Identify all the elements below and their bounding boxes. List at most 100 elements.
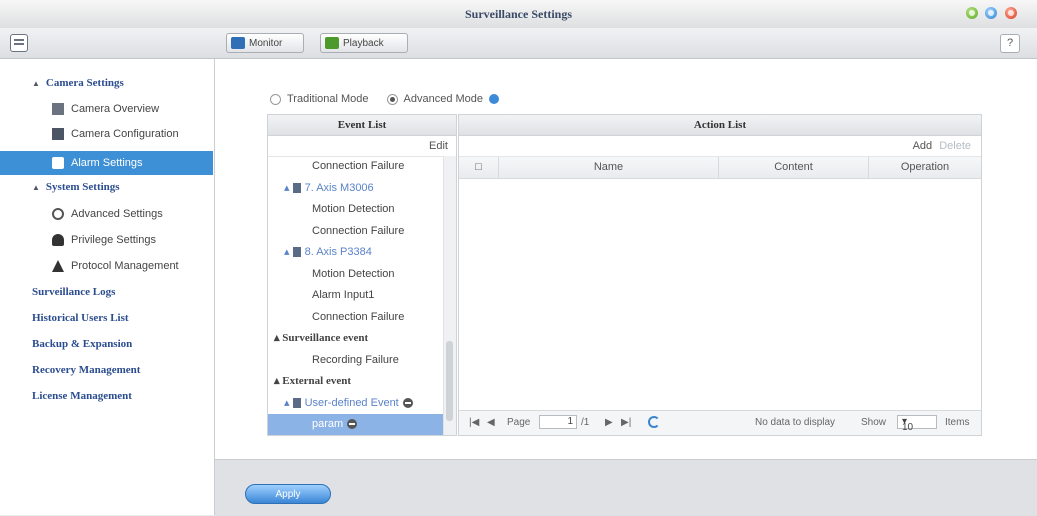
first-page-icon[interactable]: |◀ xyxy=(469,417,479,428)
event-label: 8. Axis P3384 xyxy=(304,246,372,258)
sidebar-item-advanced-settings[interactable]: Advanced Settings xyxy=(0,202,213,226)
event-label: Connection Failure xyxy=(312,160,405,172)
sidebar-item-camera-overview[interactable]: Camera Overview xyxy=(0,97,213,121)
event-label: Connection Failure xyxy=(312,224,405,237)
event-label: Alarm Input1 xyxy=(312,289,375,301)
advanced-mode-radio[interactable] xyxy=(386,93,398,105)
info-icon[interactable] xyxy=(489,94,500,104)
mode-selector: Traditional Mode Advanced Mode xyxy=(270,93,500,105)
camera-icon xyxy=(292,182,301,193)
sidebar-item-camera-configuration[interactable]: Camera Configuration xyxy=(0,122,213,146)
add-button[interactable]: Add xyxy=(913,140,933,152)
action-toolbar: Add Delete xyxy=(459,136,981,157)
event-list-item[interactable]: Alarm Input1 xyxy=(268,285,456,306)
monitor-button[interactable]: Monitor xyxy=(226,33,304,53)
prev-page-icon[interactable]: ◀ xyxy=(487,417,495,428)
user-icon xyxy=(52,234,64,246)
page-size-select[interactable]: 10 ▾ xyxy=(897,415,937,433)
sidebar-system-settings[interactable]: ▲ System Settings xyxy=(0,175,213,199)
event-list-header: Event List xyxy=(268,115,456,136)
next-page-icon[interactable]: ▶ xyxy=(605,417,613,428)
monitor-label: Monitor xyxy=(249,37,283,49)
sidebar-camera-settings[interactable]: ▲ Camera Settings xyxy=(0,71,213,95)
column-name[interactable]: Name xyxy=(499,157,719,178)
event-label: Surveillance event xyxy=(282,332,369,344)
traditional-mode-radio[interactable] xyxy=(270,93,281,105)
apply-button[interactable]: Apply xyxy=(245,484,331,504)
event-list-item[interactable]: ▴ 8. Axis P3384 xyxy=(268,242,456,263)
items-label: Items xyxy=(945,417,970,428)
event-list-scrollbar[interactable] xyxy=(443,156,456,435)
last-page-icon[interactable]: ▶| xyxy=(621,417,631,428)
playback-label: Playback xyxy=(343,37,384,49)
pager: |◀ ◀ Page 1 /1 ▶ ▶| No data to display S… xyxy=(459,410,981,435)
sidebar-license-management[interactable]: License Management xyxy=(0,384,213,408)
menu-icon[interactable] xyxy=(10,34,28,52)
window-title: Surveillance Settings xyxy=(465,7,572,21)
event-label: Motion Detection xyxy=(312,267,395,280)
remove-icon[interactable] xyxy=(347,419,358,430)
event-list-panel: Event List Edit Connection Failure ▴ 7. A… xyxy=(267,114,457,436)
event-label: Recording Failure xyxy=(312,353,399,366)
traditional-mode-label: Traditional Mode xyxy=(287,93,369,105)
playback-button[interactable]: Playback xyxy=(320,33,408,53)
event-list-item[interactable]: ▴ 7. Axis M3006 xyxy=(268,178,456,199)
event-list-item[interactable]: Motion Detection xyxy=(268,199,456,220)
page-input[interactable]: 1 xyxy=(539,415,577,429)
sidebar-item-protocol-management[interactable]: Protocol Management xyxy=(0,254,213,278)
event-label: External event xyxy=(282,375,352,387)
remove-icon[interactable] xyxy=(402,397,413,408)
camera-icon xyxy=(52,128,64,140)
column-operation[interactable]: Operation xyxy=(869,157,981,178)
event-list-item[interactable]: Connection Failure xyxy=(268,221,456,242)
sidebar-item-privilege-settings[interactable]: Privilege Settings xyxy=(0,228,213,252)
sidebar-historical-users[interactable]: Historical Users List xyxy=(0,306,213,330)
monitor-icon xyxy=(231,37,245,49)
action-list-panel: Action List Add Delete □ Name Content Op… xyxy=(458,114,982,436)
edit-button[interactable]: Edit xyxy=(268,136,456,157)
footer: Apply xyxy=(215,459,1037,516)
main-panel: Traditional Mode Advanced Mode Event Lis… xyxy=(215,59,1037,459)
wrench-icon xyxy=(52,208,64,220)
event-list-item[interactable]: ▴ External event xyxy=(268,371,450,392)
close-button[interactable] xyxy=(1005,7,1017,19)
show-label: Show xyxy=(861,417,887,428)
collapse-caret-icon[interactable]: ▴ xyxy=(284,182,293,194)
sidebar: ▲ Camera Settings Camera Overview Camera… xyxy=(0,59,215,515)
minimize-button[interactable] xyxy=(966,7,978,19)
event-list-item[interactable]: param xyxy=(268,414,456,435)
action-table-header: □ Name Content Operation xyxy=(459,157,981,179)
event-list-item[interactable]: ▴ Surveillance event xyxy=(268,328,450,349)
list-icon xyxy=(52,103,64,115)
refresh-icon[interactable] xyxy=(648,416,660,428)
camera-icon xyxy=(292,247,301,258)
event-label: 7. Axis M3006 xyxy=(304,181,374,194)
page-label: Page xyxy=(507,417,531,428)
select-all-checkbox[interactable]: □ xyxy=(459,157,499,178)
maximize-button[interactable] xyxy=(985,7,997,19)
camera-icon xyxy=(292,397,301,408)
help-button[interactable]: ? xyxy=(1000,34,1020,53)
collapse-caret-icon[interactable]: ▴ xyxy=(284,397,293,409)
advanced-mode-label: Advanced Mode xyxy=(403,93,484,105)
delete-button[interactable]: Delete xyxy=(939,140,971,152)
event-list-item[interactable]: ▴ User-defined Event xyxy=(268,393,456,414)
sidebar-surveillance-logs[interactable]: Surveillance Logs xyxy=(0,280,213,304)
sidebar-recovery-management[interactable]: Recovery Management xyxy=(0,358,213,382)
collapse-caret-icon: ▲ xyxy=(32,78,40,88)
collapse-caret-icon: ▲ xyxy=(32,182,40,192)
empty-text: No data to display xyxy=(755,417,836,428)
collapse-caret-icon[interactable]: ▴ xyxy=(284,246,293,258)
event-list-item[interactable]: Motion Detection xyxy=(268,264,456,285)
event-label: param xyxy=(312,418,344,430)
page-total: /1 xyxy=(581,417,590,428)
event-list-item[interactable]: Connection Failure xyxy=(268,307,456,328)
sidebar-item-alarm-settings[interactable]: Alarm Settings xyxy=(0,151,213,175)
column-content[interactable]: Content xyxy=(719,157,869,178)
sidebar-backup-expansion[interactable]: Backup & Expansion xyxy=(0,332,213,356)
scrollbar-thumb[interactable] xyxy=(446,341,453,421)
event-label: User-defined Event xyxy=(304,396,399,409)
event-list-item[interactable]: Connection Failure xyxy=(268,156,456,177)
event-list-item[interactable]: Recording Failure xyxy=(268,350,456,371)
title-bar: Surveillance Settings xyxy=(0,0,1037,29)
